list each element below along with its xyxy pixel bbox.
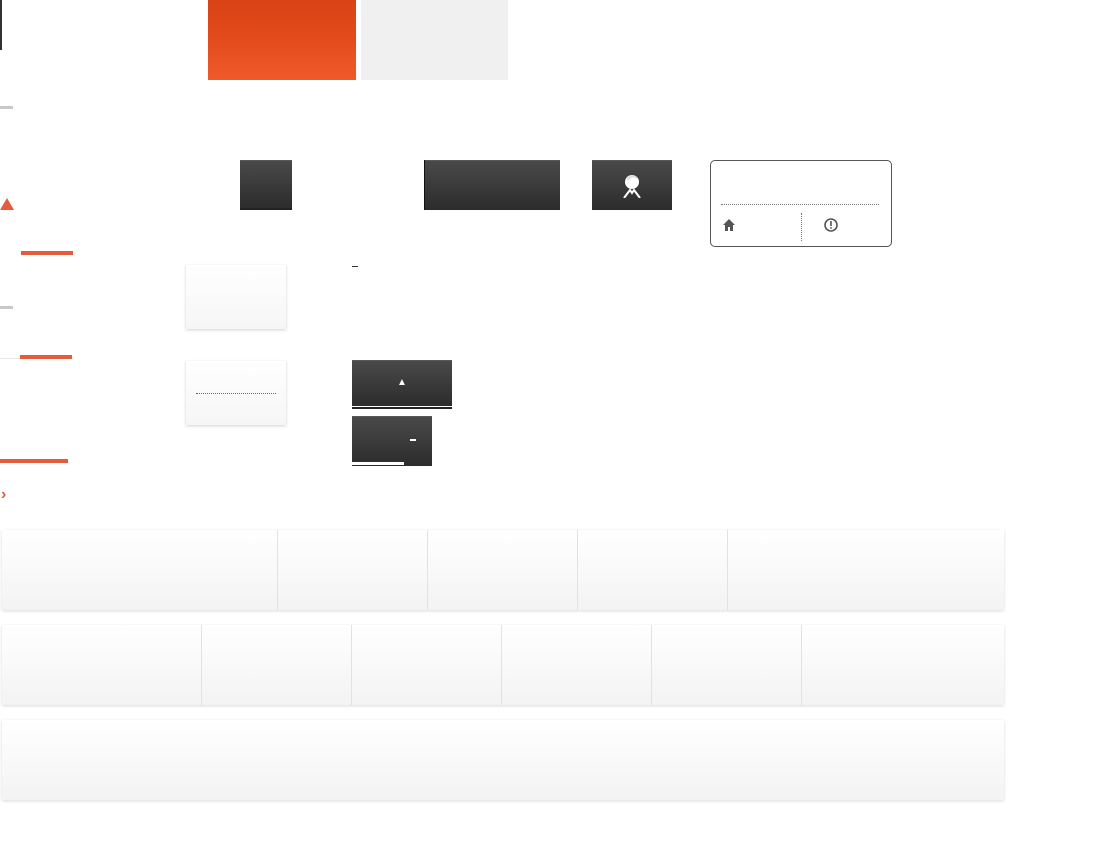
panel-divider [196, 393, 276, 394]
table-cell[interactable] [802, 625, 1004, 705]
active-tab-tile[interactable] [208, 0, 356, 80]
expand-triangle-icon[interactable] [0, 198, 14, 210]
empty-panel [186, 265, 286, 329]
button-underline [352, 407, 452, 409]
table-cell[interactable] [352, 625, 502, 705]
table-cell[interactable] [578, 530, 728, 610]
small-dark-button[interactable] [240, 160, 292, 208]
wide-dark-button[interactable] [424, 160, 560, 210]
collapse-dash[interactable] [0, 106, 13, 109]
table-row [2, 530, 1004, 610]
info-icon[interactable] [823, 217, 839, 233]
table-row [2, 625, 1004, 705]
table-cell[interactable] [502, 625, 652, 705]
table-cell[interactable] [2, 720, 1004, 800]
table-cell[interactable] [202, 625, 352, 705]
scroll-up-button[interactable]: ▲ [352, 360, 452, 406]
card-vertical-separator [801, 213, 802, 241]
user-avatar-icon [623, 175, 641, 198]
active-indicator-bar [21, 251, 73, 255]
profile-button[interactable] [592, 160, 672, 210]
card-separator [721, 204, 879, 205]
empty-panel [186, 361, 286, 425]
table-cell[interactable] [728, 530, 1004, 610]
table-cell[interactable] [2, 625, 202, 705]
collapse-dash[interactable] [0, 306, 13, 309]
home-icon[interactable] [721, 217, 737, 233]
divider [0, 358, 20, 359]
tiny-mark [352, 266, 358, 267]
inactive-tab-tile[interactable] [361, 0, 508, 80]
info-card [710, 160, 892, 247]
progress-bar [0, 459, 68, 463]
active-indicator-bar [20, 355, 72, 359]
table-cell[interactable] [428, 530, 578, 610]
button-progress-bar [352, 462, 404, 465]
minus-icon [410, 439, 416, 441]
chevron-right-icon[interactable]: › [1, 486, 6, 504]
triangle-up-icon: ▲ [397, 377, 407, 388]
left-edge-line [0, 0, 2, 50]
button-underline [240, 208, 292, 210]
table-cell[interactable] [2, 530, 278, 610]
table-row [2, 720, 1004, 800]
table-cell[interactable] [278, 530, 428, 610]
table-cell[interactable] [652, 625, 802, 705]
scroll-down-button[interactable] [352, 416, 432, 466]
